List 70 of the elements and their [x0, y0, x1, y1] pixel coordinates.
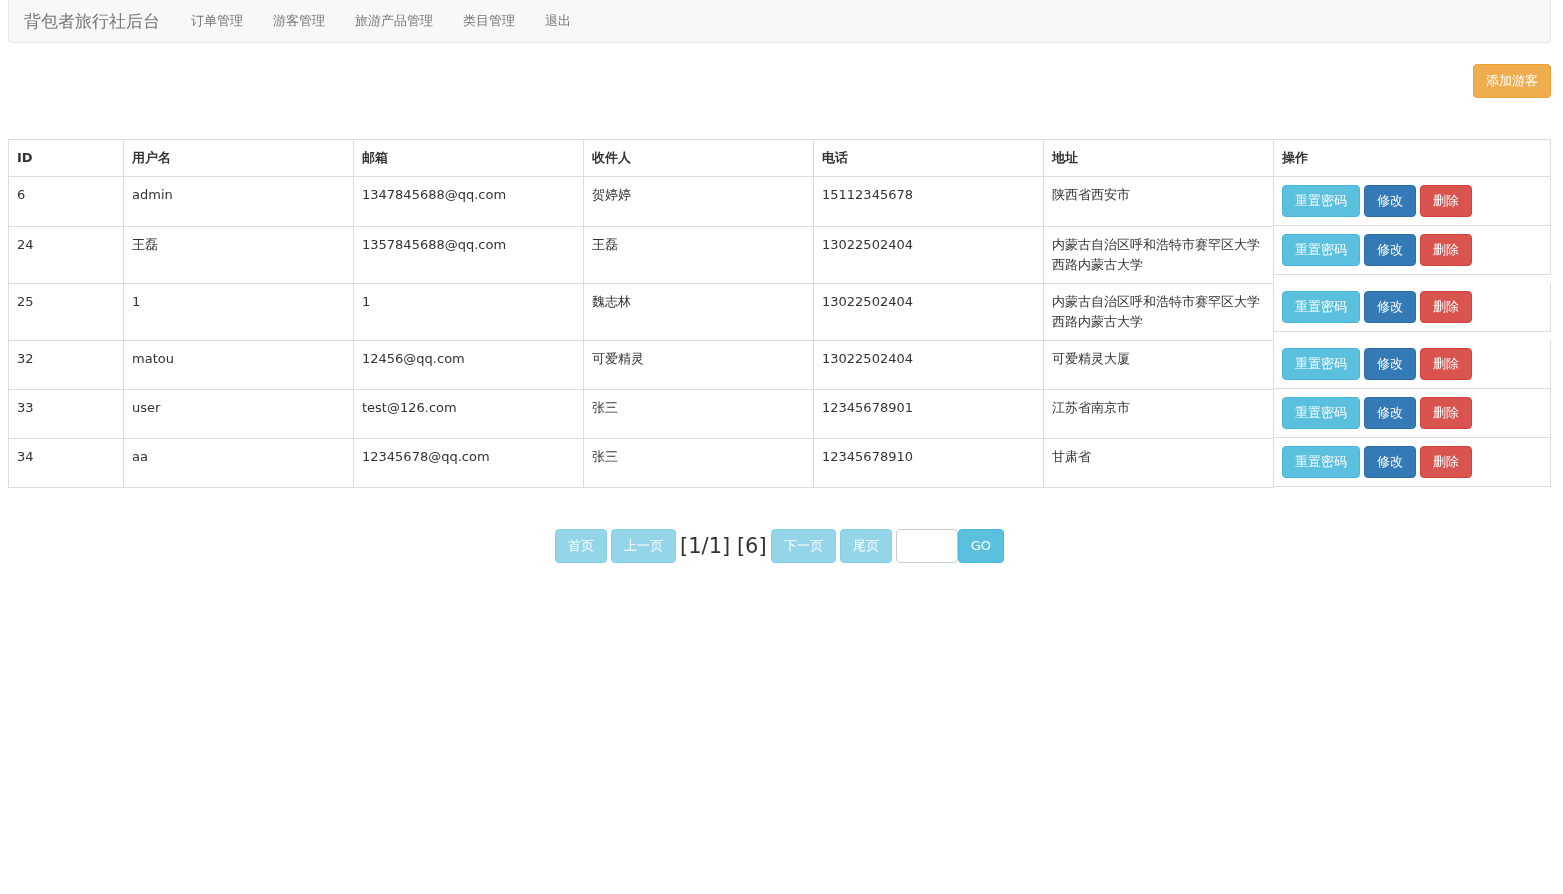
column-header: ID: [8, 139, 124, 177]
nav-link[interactable]: 游客管理: [258, 12, 340, 30]
table-cell: matou: [123, 340, 354, 389]
nav-link[interactable]: 旅游产品管理: [340, 12, 448, 30]
action-button[interactable]: 修改: [1364, 291, 1416, 323]
page-input-field[interactable]: [895, 528, 958, 563]
table-cell: 15112345678: [813, 176, 1044, 226]
table-cell: 1357845688@qq.com: [353, 226, 584, 283]
table-cell: 王磊: [123, 226, 354, 283]
brand-link[interactable]: 背包者旅行社后台: [24, 9, 160, 33]
table-cell: 内蒙古自治区呼和浩特市赛罕区大学西路内蒙古大学: [1043, 226, 1274, 283]
go-button[interactable]: GO: [957, 528, 1004, 563]
table-cell: aa: [123, 438, 354, 487]
action-button[interactable]: 删除: [1420, 397, 1472, 429]
action-button[interactable]: 删除: [1420, 291, 1472, 323]
table-cell: 34: [8, 438, 124, 487]
table-cell: admin: [123, 176, 354, 226]
table-cell: 陕西省西安市: [1043, 176, 1274, 226]
nav-link[interactable]: 类目管理: [448, 12, 530, 30]
table-cell: 24: [8, 226, 124, 283]
action-button[interactable]: 删除: [1420, 446, 1472, 478]
action-button[interactable]: 重置密码: [1282, 446, 1360, 478]
table-cell: 13022502404: [813, 226, 1044, 283]
table-cell: 1: [353, 283, 584, 340]
action-button[interactable]: 重置密码: [1282, 397, 1360, 429]
table-cell: 1: [123, 283, 354, 340]
column-header: 用户名: [123, 139, 354, 177]
table-cell: 13022502404: [813, 340, 1044, 389]
column-header: 电话: [813, 139, 1044, 177]
table-cell: 33: [8, 389, 124, 438]
column-header: 收件人: [583, 139, 814, 177]
action-button[interactable]: 重置密码: [1282, 185, 1360, 217]
table-cell: 江苏省南京市: [1043, 389, 1274, 438]
table-cell: 可爱精灵大厦: [1043, 340, 1274, 389]
column-header: 地址: [1043, 139, 1274, 177]
table-cell: 甘肃省: [1043, 438, 1274, 487]
action-button[interactable]: 修改: [1364, 234, 1416, 266]
column-header: 操作: [1273, 139, 1551, 177]
table-cell: 张三: [583, 389, 814, 438]
table-cell: 6: [8, 176, 124, 226]
action-button[interactable]: 删除: [1420, 185, 1472, 217]
action-button[interactable]: 重置密码: [1282, 234, 1360, 266]
table-cell: 13022502404: [813, 283, 1044, 340]
table-cell: 内蒙古自治区呼和浩特市赛罕区大学西路内蒙古大学: [1043, 283, 1274, 340]
table-cell: 12345678910: [813, 438, 1044, 487]
action-button[interactable]: 修改: [1364, 348, 1416, 380]
nav-link[interactable]: 订单管理: [176, 12, 258, 30]
table-cell: test@126.com: [353, 389, 584, 438]
table-cell: user: [123, 389, 354, 438]
table-cell: 王磊: [583, 226, 814, 283]
column-header: 邮箱: [353, 139, 584, 177]
table-cell: 12345678901: [813, 389, 1044, 438]
action-button[interactable]: 删除: [1420, 348, 1472, 380]
table-cell: 贺婷婷: [583, 176, 814, 226]
table-cell: 32: [8, 340, 124, 389]
action-button[interactable]: 修改: [1364, 185, 1416, 217]
table-cell: 可爱精灵: [583, 340, 814, 389]
action-button[interactable]: 修改: [1364, 397, 1416, 429]
table-cell: 1347845688@qq.com: [353, 176, 584, 226]
nav-link[interactable]: 退出: [530, 12, 586, 30]
action-button[interactable]: 修改: [1364, 446, 1416, 478]
table-cell: 25: [8, 283, 124, 340]
table-cell: 12345678@qq.com: [353, 438, 584, 487]
action-button[interactable]: 删除: [1420, 234, 1472, 266]
table-cell: 张三: [583, 438, 814, 487]
action-button[interactable]: 重置密码: [1282, 348, 1360, 380]
table-cell: 魏志林: [583, 283, 814, 340]
table-cell: 12456@qq.com: [353, 340, 584, 389]
action-button[interactable]: 重置密码: [1282, 291, 1360, 323]
page-info: [1/1] [6]: [680, 533, 767, 558]
